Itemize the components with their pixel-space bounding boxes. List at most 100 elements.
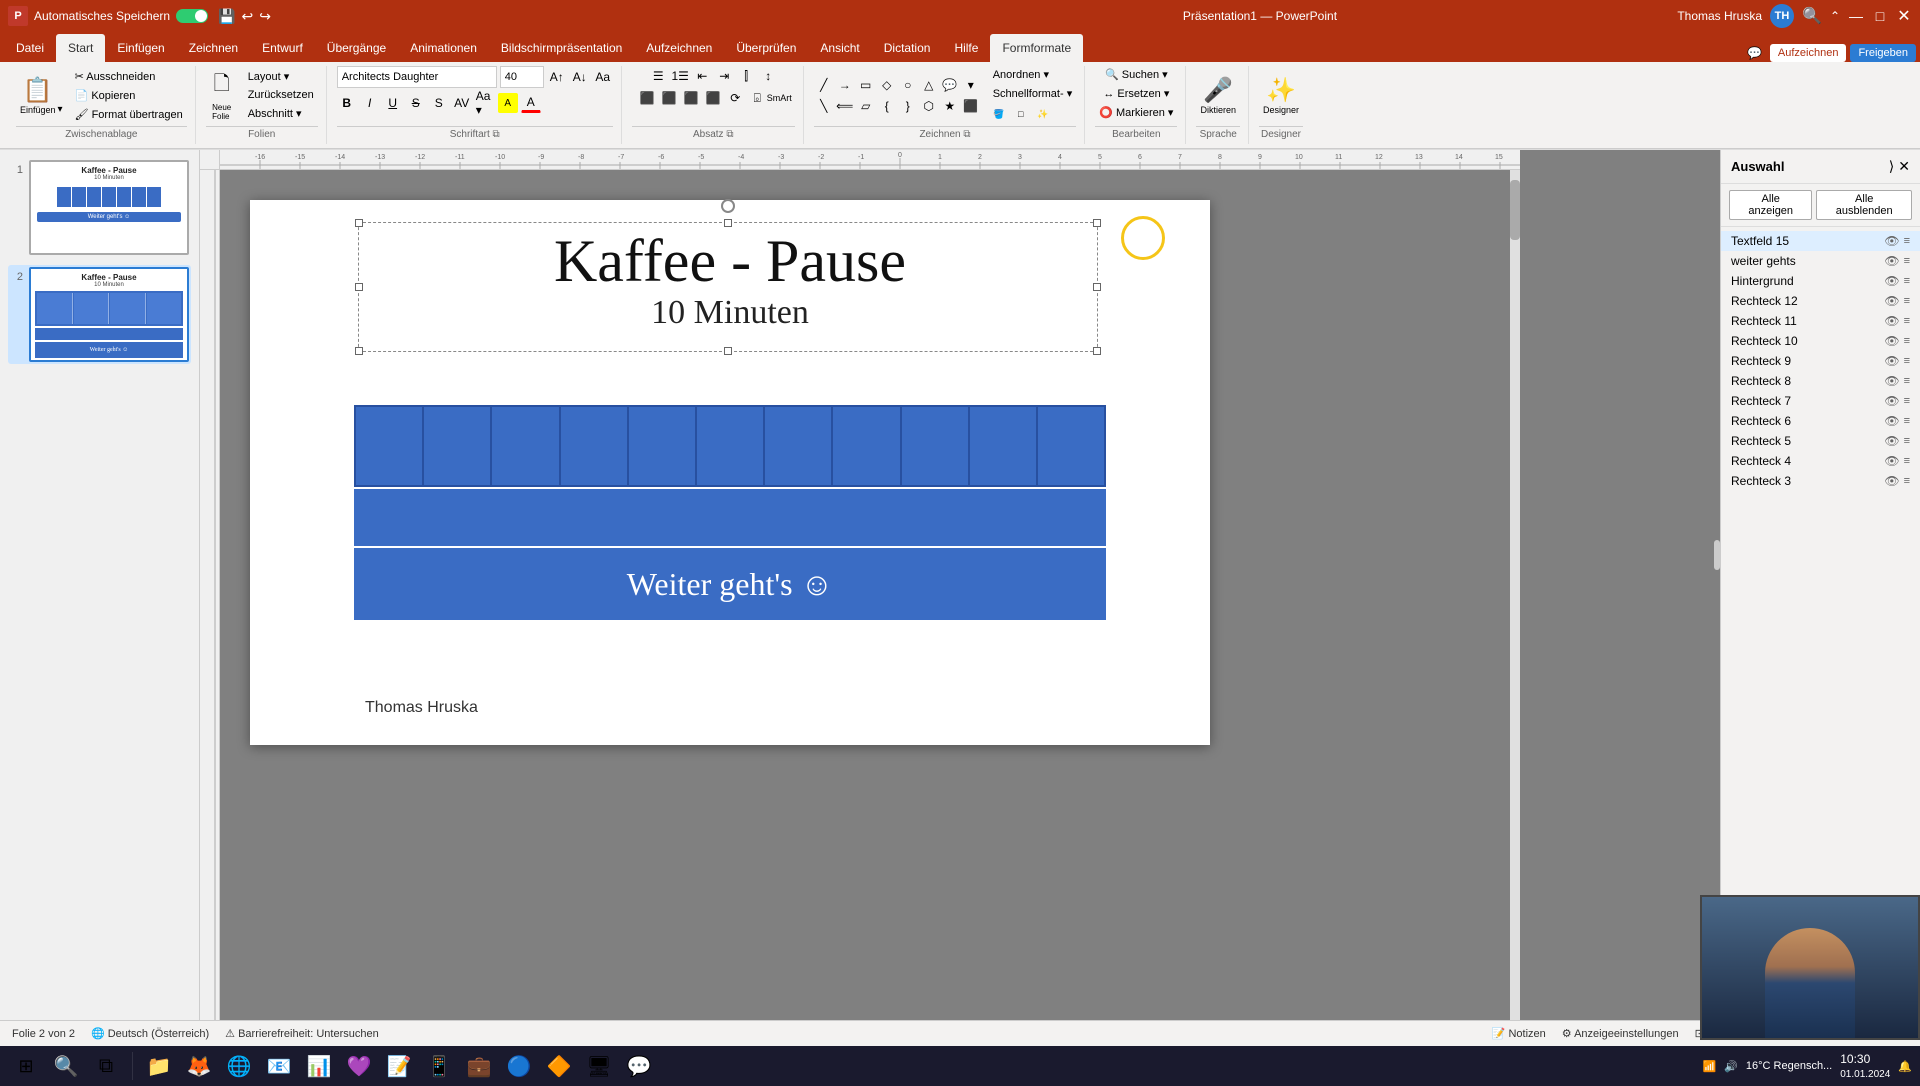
align-left-button[interactable]: ⬛ (637, 88, 657, 108)
clear-format-button[interactable]: Aa (593, 67, 613, 87)
suchen-button[interactable]: 🔍 Suchen ▾ (1101, 66, 1172, 83)
start-button[interactable]: ⊞ (8, 1048, 44, 1084)
tab-ueberpruefen[interactable]: Überprüfen (724, 34, 808, 62)
taskbar-clock[interactable]: 10:3001.01.2024 (1840, 1052, 1890, 1080)
panel-item-rechteck9[interactable]: Rechteck 9 👁 ≡ (1721, 351, 1920, 371)
layer-icon-9[interactable]: ≡ (1904, 415, 1910, 427)
layout-button[interactable]: Layout ▾ (244, 68, 318, 85)
highlight-button[interactable]: A (498, 93, 518, 113)
layer-icon-7[interactable]: ≡ (1904, 375, 1910, 387)
shape-rect[interactable]: ▭ (856, 75, 876, 95)
line-spacing-button[interactable]: ↕ (758, 66, 778, 86)
taskbar-powerpoint[interactable]: 📊 (301, 1048, 337, 1084)
kopieren-button[interactable]: 📄 Kopieren (71, 87, 187, 104)
ribbon-collapse-icon[interactable]: ⌃ (1830, 9, 1840, 23)
tab-dictation[interactable]: Dictation (872, 34, 943, 62)
eye-icon-7[interactable]: 👁 (1884, 374, 1899, 388)
smartart-button[interactable]: SmArt (769, 88, 789, 108)
shape-triangle[interactable]: △ (919, 75, 939, 95)
taskbar-app5[interactable]: 🖥 (581, 1048, 617, 1084)
zuruecksetzen-button[interactable]: Zurücksetzen (244, 87, 318, 103)
anordnen-button[interactable]: Anordnen ▾ (989, 66, 1077, 83)
handle-tm[interactable] (724, 219, 732, 227)
shape2-4[interactable]: { (877, 96, 897, 116)
search-icon[interactable]: 🔍 (1802, 6, 1822, 26)
tab-uebergaenge[interactable]: Übergänge (315, 34, 398, 62)
tab-animationen[interactable]: Animationen (398, 34, 489, 62)
eye-icon-0[interactable]: 👁 (1884, 234, 1899, 248)
numbers-button[interactable]: 1☰ (670, 66, 690, 86)
close-panel-icon[interactable]: ✕ (1898, 158, 1910, 175)
strikethrough-button[interactable]: S (406, 93, 426, 113)
redo-icon[interactable]: ↪ (259, 8, 271, 25)
layer-icon-1[interactable]: ≡ (1904, 255, 1910, 267)
layer-icon-6[interactable]: ≡ (1904, 355, 1910, 367)
spacing-button[interactable]: AV (452, 93, 472, 113)
taskbar-app1[interactable]: 📱 (421, 1048, 457, 1084)
layer-icon-3[interactable]: ≡ (1904, 295, 1910, 307)
eye-icon-6[interactable]: 👁 (1884, 354, 1899, 368)
taskbar-explorer[interactable]: 📁 (141, 1048, 177, 1084)
slide-thumbnail-1[interactable]: 1 Kaffee - Pause 10 Minuten Weiter geht'… (8, 158, 191, 257)
underline-button[interactable]: U (383, 93, 403, 113)
panel-item-rechteck12[interactable]: Rechteck 12 👁 ≡ (1721, 291, 1920, 311)
taskbar-taskview[interactable]: ⧉ (88, 1048, 124, 1084)
designer-button[interactable]: ✨ Designer (1259, 74, 1303, 117)
shape-diamond[interactable]: ◇ (877, 75, 897, 95)
drawing-expand-icon[interactable]: ⧉ (963, 129, 970, 140)
taskbar-chrome[interactable]: 🌐 (221, 1048, 257, 1084)
bullets-button[interactable]: ☰ (648, 66, 668, 86)
taskbar-app3[interactable]: 🔵 (501, 1048, 537, 1084)
weiter-button[interactable]: Weiter geht's ☺ (354, 548, 1106, 620)
tab-formformate[interactable]: Formformate (990, 34, 1083, 62)
panel-item-rechteck3[interactable]: Rechteck 3 👁 ≡ (1721, 471, 1920, 491)
shape-arrow[interactable]: → (835, 75, 855, 95)
panel-item-rechteck4[interactable]: Rechteck 4 👁 ≡ (1721, 451, 1920, 471)
formeffekt-button[interactable]: ✨ (1033, 104, 1053, 124)
canvas-scrollbar-v[interactable] (1510, 170, 1520, 1020)
layer-icon-0[interactable]: ≡ (1904, 235, 1910, 247)
taskbar-outlook[interactable]: 📧 (261, 1048, 297, 1084)
slide-canvas[interactable]: Kaffee - Pause 10 Minuten (250, 200, 1210, 745)
layer-icon-5[interactable]: ≡ (1904, 335, 1910, 347)
tab-start[interactable]: Start (56, 34, 105, 62)
shape2-3[interactable]: ▱ (856, 96, 876, 116)
shape2-7[interactable]: ★ (940, 96, 960, 116)
tab-aufzeichnen[interactable]: Aufzeichnen (634, 34, 724, 62)
indent-more-button[interactable]: ⇥ (714, 66, 734, 86)
shadow-button[interactable]: S (429, 93, 449, 113)
text-align-button[interactable]: ⌻ (747, 88, 767, 108)
taskbar-search[interactable]: 🔍 (48, 1048, 84, 1084)
freigeben-button[interactable]: Freigeben (1850, 44, 1916, 62)
comments-icon[interactable]: 💬 (1747, 46, 1762, 60)
rotate-handle[interactable] (721, 199, 735, 213)
abschnitt-button[interactable]: Abschnitt ▾ (244, 105, 318, 122)
tab-einfuegen[interactable]: Einfügen (105, 34, 176, 62)
show-all-button[interactable]: Alle anzeigen (1729, 190, 1812, 220)
tab-datei[interactable]: Datei (4, 34, 56, 62)
font-name-input[interactable] (337, 66, 497, 88)
diktieren-button[interactable]: 🎤 Diktieren (1196, 74, 1240, 117)
handle-mr[interactable] (1093, 283, 1101, 291)
columns-button[interactable]: ⫿ (736, 66, 756, 86)
taskbar-app4[interactable]: 🔶 (541, 1048, 577, 1084)
ersetzen-button[interactable]: ↔ Ersetzen ▾ (1099, 85, 1173, 102)
shape-circle[interactable]: ○ (898, 75, 918, 95)
undo-icon[interactable]: ↩ (242, 8, 254, 25)
eye-icon-8[interactable]: 👁 (1884, 394, 1899, 408)
handle-br[interactable] (1093, 347, 1101, 355)
decrease-font-button[interactable]: A↓ (570, 67, 590, 87)
view-settings-button[interactable]: ⚙ Anzeigeeinstellungen (1562, 1027, 1679, 1040)
eye-icon-5[interactable]: 👁 (1884, 334, 1899, 348)
text-direction-button[interactable]: ⟳ (725, 88, 745, 108)
save-icon[interactable]: 💾 (218, 8, 235, 25)
tab-hilfe[interactable]: Hilfe (942, 34, 990, 62)
case-button[interactable]: Aa ▾ (475, 93, 495, 113)
indent-less-button[interactable]: ⇤ (692, 66, 712, 86)
eye-icon-9[interactable]: 👁 (1884, 414, 1899, 428)
taskbar-app2[interactable]: 💼 (461, 1048, 497, 1084)
paragraph-expand-icon[interactable]: ⧉ (726, 129, 733, 140)
slide-thumbnail-2[interactable]: 2 Kaffee - Pause 10 Minuten Weiter geht'… (8, 265, 191, 364)
eye-icon-12[interactable]: 👁 (1884, 474, 1899, 488)
handle-tl[interactable] (355, 219, 363, 227)
